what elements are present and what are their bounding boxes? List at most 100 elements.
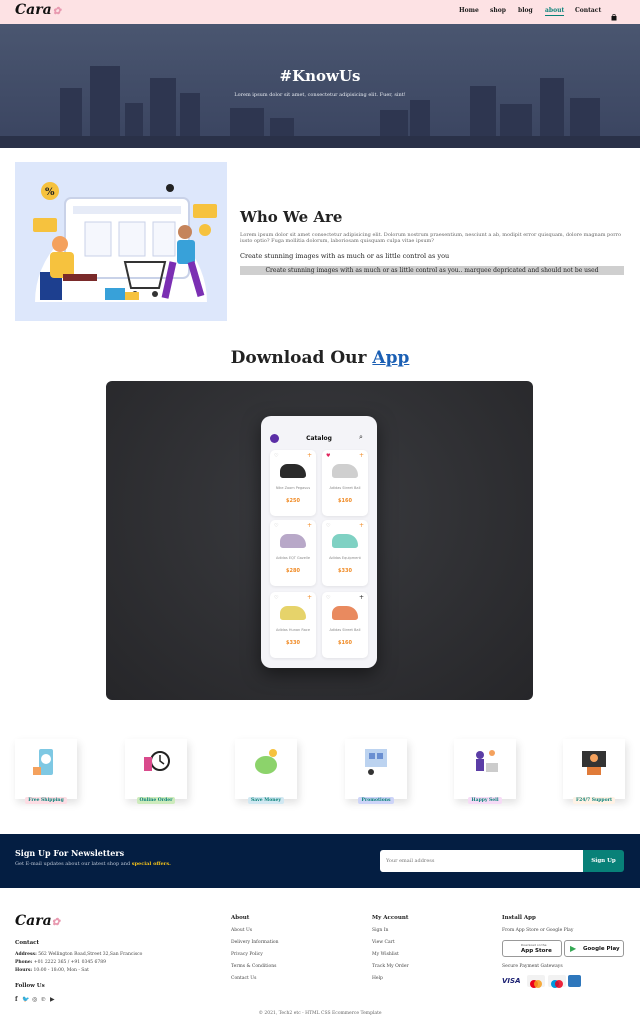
about-bold-line: Create stunning images with as much or a… [240,252,450,260]
footer-link-wishlist[interactable]: My Wishlist [372,952,399,957]
shoe-image [332,606,358,620]
heart-icon[interactable]: ♡ [326,595,330,601]
newsletter-heading: Sign Up For Newsletters [15,848,125,858]
piggy-bank-icon [255,749,277,774]
feature-promotions: Promotions [345,739,407,804]
product-card[interactable]: ♡ + Adidas EQT Gazelle $280 [270,520,316,586]
plus-icon[interactable]: + [307,452,312,459]
feature-support: F24/7 Support [563,739,625,804]
hours: Hours: 10:00 - 18:00, Mon - Sat [15,968,89,973]
footer-link-delivery[interactable]: Delivery Information [231,940,279,945]
free-shipping-icon [33,749,53,775]
install-heading: Install App [502,915,536,921]
address-label: Address: [15,952,37,957]
payment-heading: Secure Payment Gateways [502,964,563,969]
product-card[interactable]: ♡ + Nike Zoom Pegasus $250 [270,450,316,516]
product-card[interactable]: ♡ + Adidas Street Ball $160 [322,592,368,658]
newsletter-text-prefix: Get E-mail updates about our latest shop… [15,861,131,867]
footer-link-about-us[interactable]: About Us [231,928,252,933]
feature-online-order: Online Order [125,739,187,804]
product-name: Adidas Street Ball [329,628,361,632]
nav-blog[interactable]: blog [518,7,533,14]
nav-contact[interactable]: Contact [575,7,601,14]
site-header [0,0,640,24]
product-price: $330 [286,640,300,646]
product-price: $330 [338,568,352,574]
svg-text:%: % [45,187,55,198]
product-name: Adidas Hunan Race [276,628,310,632]
product-name: Adidas Street Ball [329,486,361,490]
product-price: $160 [338,640,352,646]
phone-label: Phone: [15,960,33,965]
footer-link-privacy[interactable]: Privacy Policy [231,952,263,957]
phone: Phone: +01 2222 365 / +91 0345 6789 [15,960,106,965]
shoe-image [280,606,306,620]
product-card[interactable]: ♡ + Adidas Hunan Race $330 [270,592,316,658]
youtube-icon[interactable]: ▶ [50,996,55,1003]
about-heading: Who We Are [240,208,343,226]
phone-value: +01 2222 365 / +91 0345 6789 [33,960,106,965]
product-card[interactable]: ♥ + Adidas Street Ball $160 [322,450,368,516]
feature-label: Save Money [248,797,284,804]
footer-link-contact[interactable]: Contact Us [231,976,256,981]
feature-label: Happy Sell [468,797,502,804]
feature-happy-sell: Happy Sell [454,739,516,804]
follow-heading: Follow Us [15,983,45,989]
hero-banner [0,24,640,148]
instagram-icon[interactable]: ◎ [32,996,37,1003]
footer-link-sign-in[interactable]: Sign In [372,928,388,933]
about-links-heading: About [231,915,250,921]
shoe-image [280,464,306,478]
footer-link-track-order[interactable]: Track My Order [372,964,409,969]
logo[interactable]: Cara✿ [15,2,61,18]
logo-text: Cara [15,2,52,18]
visa-icon: VISA [502,975,524,987]
maestro-icon [548,975,566,988]
footer-link-terms[interactable]: Terms & Conditions [231,964,276,969]
nav-shop[interactable]: shop [490,7,506,14]
hero-title: #KnowUs [279,67,361,85]
plus-icon[interactable]: + [307,594,312,601]
app-store-button[interactable]: Download on the App Store [502,940,562,957]
shoe-image [280,534,306,548]
shoe-image [332,464,358,478]
download-heading-text: Download Our [230,348,367,368]
nav-home[interactable]: Home [459,7,479,14]
support-icon [582,751,606,775]
heart-icon[interactable]: ♡ [274,453,278,459]
facebook-icon[interactable]: f [15,996,18,1003]
plus-icon[interactable]: + [359,594,364,601]
footer-logo[interactable]: Cara✿ [15,913,60,929]
product-card[interactable]: ♡ + Adidas Equipment $330 [322,520,368,586]
twitter-icon[interactable]: 🐦 [22,996,29,1003]
copyright: © 2021, Tech2 etc - HTML CSS Ecommerce T… [258,1011,382,1016]
email-input[interactable] [380,850,583,872]
footer-link-view-cart[interactable]: View Cart [372,940,395,945]
plus-icon[interactable]: + [359,452,364,459]
newsletter-text: Get E-mail updates about our latest shop… [15,861,171,867]
heart-icon[interactable]: ♡ [274,523,278,529]
pinterest-icon[interactable]: ℗ [41,996,46,1003]
product-name: Adidas Equipment [329,556,361,560]
feature-label: Online Order [136,797,176,804]
product-price: $160 [338,498,352,504]
newsletter-highlight: special offers. [131,861,171,867]
feature-label: Free Shipping [25,797,67,804]
happy-sell-icon [476,750,498,772]
app-store-small-text: Download on the [521,943,547,947]
nav-about[interactable]: about [545,7,565,16]
heart-icon[interactable]: ♡ [274,595,278,601]
address: Address: 562 Wellington Road,Street 32,S… [15,952,142,957]
plus-icon[interactable]: + [359,522,364,529]
mastercard-icon [527,975,545,988]
plus-icon[interactable]: + [307,522,312,529]
marquee-text: Create stunning images with as much or a… [240,266,624,275]
heart-filled-icon[interactable]: ♥ [326,453,330,459]
signup-button[interactable]: Sign Up [583,850,624,872]
app-link[interactable]: App [372,348,409,368]
heart-icon[interactable]: ♡ [326,523,330,529]
phone-mockup: Catalog ⌕ ♡ + Nike Zoom Pegasus $250 ♥ + A… [261,416,377,668]
google-play-button[interactable]: ▶ Google Play [564,940,624,957]
shopping-bag-icon[interactable] [611,6,617,21]
footer-link-help[interactable]: Help [372,976,383,981]
